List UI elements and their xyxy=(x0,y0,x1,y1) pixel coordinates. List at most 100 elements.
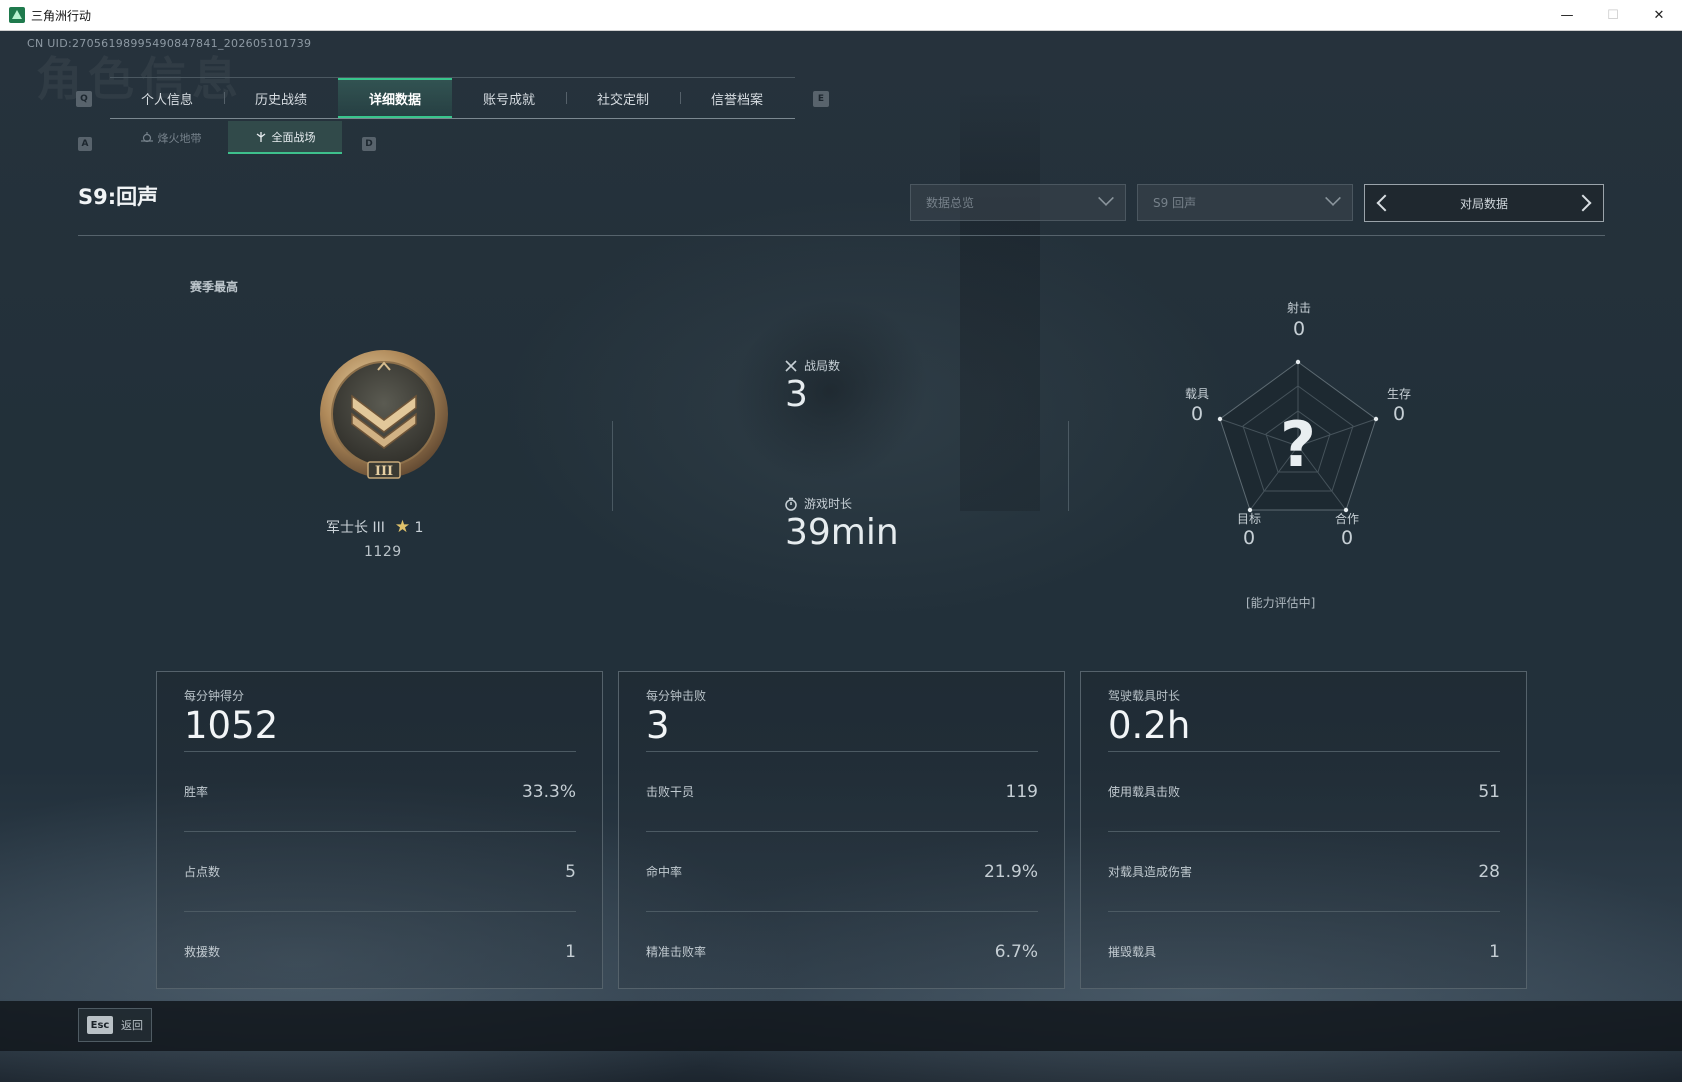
subtab-warfare[interactable]: 全面战场 xyxy=(228,121,342,154)
stat-value: 5 xyxy=(565,861,576,882)
tab-reputation[interactable]: 信誉档案 xyxy=(680,78,794,118)
panel-head-value: 3 xyxy=(646,704,670,747)
radar-label-teamwork: 合作 xyxy=(1334,512,1359,526)
crosshair-icon xyxy=(140,131,153,142)
stat-value: 33.3% xyxy=(521,781,576,802)
header-divider xyxy=(78,235,1605,236)
radar-label-survival: 生存 xyxy=(1386,387,1411,401)
main-tab-bar: 个人信息 历史战绩 详细数据 账号成就 社交定制 信誉档案 xyxy=(110,77,795,119)
stat-label: 救援数 xyxy=(184,945,221,959)
stat-panel-score: 每分钟得分 1052 胜率 33.3% 占点数 5 救援数 1 xyxy=(156,671,603,989)
maximize-button[interactable]: ☐ xyxy=(1590,0,1636,31)
rank-star-count: 1 xyxy=(414,520,424,536)
stat-row: 命中率 21.9% xyxy=(646,831,1038,911)
stat-label: 精准击败率 xyxy=(646,945,707,959)
stat-value: 28 xyxy=(1478,861,1500,882)
stat-label: 占点数 xyxy=(184,865,221,879)
season-dropdown[interactable]: S9 回声 xyxy=(1137,184,1353,221)
stat-value: 1 xyxy=(565,941,576,962)
game-viewport: 角色信息 CN UID:270561989954908478​41_202605… xyxy=(0,31,1682,1082)
stat-row: 击败干员 119 xyxy=(646,751,1038,831)
mode-tab-bar: 烽火地带 全面战场 xyxy=(114,121,342,154)
matches-value: 3 xyxy=(785,374,808,415)
subtab-operations[interactable]: 烽火地带 xyxy=(114,121,228,154)
chevron-down-icon xyxy=(1325,190,1341,206)
ability-radar-chart: ? xyxy=(1217,359,1379,513)
radar-value-vehicle: 0 xyxy=(1190,403,1204,425)
stat-label: 命中率 xyxy=(646,865,683,879)
panel-head-label: 每分钟击败 xyxy=(646,689,707,703)
window-title: 三角洲行动 xyxy=(31,8,92,23)
pager-label: 对局数据 xyxy=(1459,196,1508,211)
subtab-operations-label: 烽火地带 xyxy=(157,131,202,145)
minimize-button[interactable]: — xyxy=(1544,0,1590,31)
playtime-label-row: 游戏时长 xyxy=(784,495,852,512)
chevron-down-icon xyxy=(1098,190,1114,206)
matches-label-row: 战局数 xyxy=(784,357,840,374)
stat-label: 对载具造成伤害 xyxy=(1108,865,1193,879)
stat-row: 胜率 33.3% xyxy=(184,751,576,831)
overview-dropdown[interactable]: 数据总览 xyxy=(910,184,1126,221)
season-best-label: 赛季最高 xyxy=(190,280,239,294)
data-type-pager: 对局数据 xyxy=(1364,184,1604,222)
rank-name-row: 军士长 III ★ 1 xyxy=(326,517,423,537)
matches-label: 战局数 xyxy=(804,359,841,373)
radar-value-shooting: 0 xyxy=(1292,318,1306,340)
stat-label: 击败干员 xyxy=(646,785,695,799)
panel-head-label: 每分钟得分 xyxy=(184,689,245,703)
subtab-prev-key-hint[interactable]: A xyxy=(78,137,92,151)
season-dropdown-value: S9 回声 xyxy=(1153,196,1197,210)
radar-label-objective: 目标 xyxy=(1236,512,1261,526)
star-icon: ★ xyxy=(394,517,411,537)
back-button[interactable]: Esc 返回 xyxy=(78,1008,152,1042)
badge-tier-numeral: III xyxy=(375,464,393,479)
window-titlebar: 三角洲行动 — ☐ ✕ xyxy=(0,0,1682,31)
app-logo-icon xyxy=(9,7,25,23)
rank-stars: ★ 1 xyxy=(395,517,424,537)
close-button[interactable]: ✕ xyxy=(1636,0,1682,31)
radar-unknown-mark: ? xyxy=(1280,408,1316,481)
subtab-warfare-label: 全面战场 xyxy=(271,130,316,144)
stat-value: 51 xyxy=(1478,781,1500,802)
tab-personal-info[interactable]: 个人信息 xyxy=(110,78,224,118)
stopwatch-icon xyxy=(785,497,797,511)
tab-next-key-hint[interactable]: E xyxy=(813,91,829,107)
radar-value-survival: 0 xyxy=(1392,403,1406,425)
tab-prev-key-hint[interactable]: Q xyxy=(76,91,92,107)
window-controls: — ☐ ✕ xyxy=(1544,0,1682,31)
background-satellite-dish xyxy=(701,267,959,515)
stat-row: 精准击败率 6.7% xyxy=(646,911,1038,991)
rank-score: 1129 xyxy=(364,544,402,560)
subtab-next-key-hint[interactable]: D xyxy=(362,137,376,151)
stat-row: 摧毁载具 1 xyxy=(1108,911,1500,991)
radar-status: [能力评估中] xyxy=(1246,596,1316,610)
playtime-label: 游戏时长 xyxy=(804,497,853,511)
chevron-left-icon[interactable] xyxy=(1376,194,1394,212)
crossed-swords-icon xyxy=(785,359,797,372)
tab-match-history[interactable]: 历史战绩 xyxy=(224,78,338,118)
tab-achievements[interactable]: 账号成就 xyxy=(452,78,566,118)
tab-detailed-data[interactable]: 详细数据 xyxy=(338,78,452,118)
stat-row: 救援数 1 xyxy=(184,911,576,991)
radar-label-shooting: 射击 xyxy=(1286,301,1311,315)
panel-head-value: 0.2h xyxy=(1108,704,1191,747)
stat-value: 6.7% xyxy=(994,941,1038,962)
chevron-right-icon[interactable] xyxy=(1574,194,1592,212)
stat-row: 使用载具击败 51 xyxy=(1108,751,1500,831)
background-tower xyxy=(960,91,1040,511)
season-title: S9:回声 xyxy=(78,185,159,209)
section-divider xyxy=(1068,421,1069,511)
back-label: 返回 xyxy=(121,1019,143,1032)
rank-name: 军士长 III xyxy=(326,520,385,536)
tab-social-customization[interactable]: 社交定制 xyxy=(566,78,680,118)
radar-value-objective: 0 xyxy=(1242,527,1256,549)
stat-row: 占点数 5 xyxy=(184,831,576,911)
stat-value: 21.9% xyxy=(983,861,1038,882)
player-uid: CN UID:270561989954908478​41_20260510173… xyxy=(27,37,312,50)
stat-panel-vehicle: 驾驶载具时长 0.2h 使用载具击败 51 对载具造成伤害 28 摧毁载具 1 xyxy=(1080,671,1527,989)
stat-label: 摧毁载具 xyxy=(1108,945,1157,959)
radar-value-teamwork: 0 xyxy=(1340,527,1354,549)
panel-head-label: 驾驶载具时长 xyxy=(1108,689,1181,703)
esc-key-hint: Esc xyxy=(87,1016,113,1034)
stat-value: 119 xyxy=(1005,781,1038,802)
